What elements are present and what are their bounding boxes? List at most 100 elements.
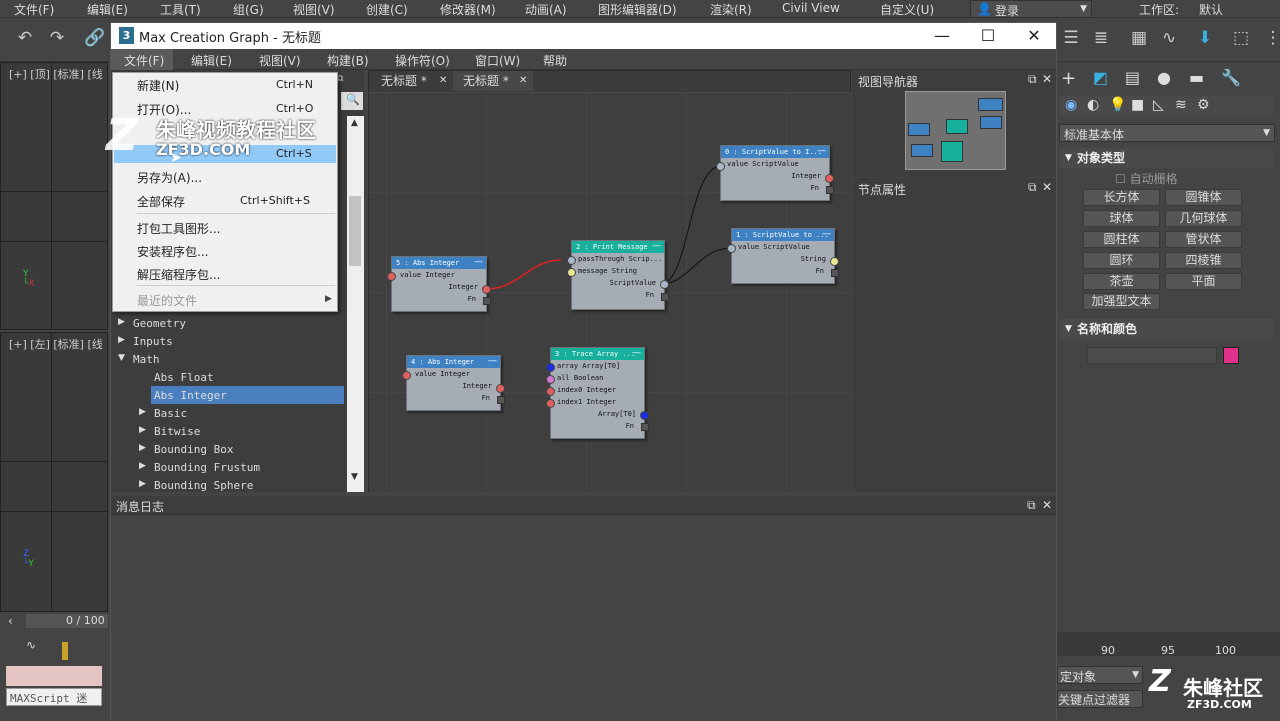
tree-item-abs-integer[interactable]: Abs Integer [154, 389, 227, 402]
node-print-message-2[interactable]: 2 : Print Message — passThrough Scrip...… [567, 240, 669, 310]
input-port[interactable] [546, 399, 555, 408]
link-icon[interactable]: 🔗 [84, 27, 106, 49]
object-name-input[interactable] [1087, 347, 1217, 364]
layers-icon[interactable]: ≣ [1090, 27, 1112, 49]
mcg-menu-file[interactable]: 文件(F) [124, 52, 164, 69]
search-button[interactable]: 🔍 [341, 92, 363, 110]
menu-customize[interactable]: 自定义(U) [880, 1, 934, 18]
menu-file[interactable]: 文件(F) [14, 1, 54, 18]
tree-item-bounding-box[interactable]: Bounding Box [154, 443, 233, 456]
menu-item-extract-package[interactable]: 解压缩程序包... [137, 266, 220, 283]
schematic-view-icon[interactable]: ▦ [1128, 27, 1150, 49]
output-port[interactable] [482, 285, 491, 294]
hierarchy-tab-icon[interactable]: ▤ [1125, 68, 1140, 87]
input-port[interactable] [716, 162, 725, 171]
torus-button[interactable]: 圆环 [1083, 252, 1160, 269]
output-port[interactable] [496, 384, 505, 393]
menu-item-new[interactable]: 新建(N) [137, 77, 179, 94]
helpers-icon[interactable]: ◺ [1153, 97, 1164, 113]
shapes-icon[interactable]: ◐ [1087, 97, 1099, 113]
collapse-arrow-icon[interactable]: ▼ [118, 353, 125, 363]
operator-tree-scrollbar[interactable]: ▲ ▼ [347, 116, 364, 492]
maximize-button[interactable]: ☐ [965, 23, 1011, 49]
systems-icon[interactable]: ⚙ [1197, 97, 1210, 113]
expand-arrow-icon[interactable]: ▶ [118, 335, 125, 345]
name-color-rollout[interactable]: ▼ 名称和颜色 [1061, 319, 1273, 339]
render-setup-icon[interactable]: ⬇ [1194, 27, 1216, 49]
lights-icon[interactable]: 💡 [1109, 97, 1126, 113]
maxscript-mini-listener[interactable]: MAXScript 迷 [6, 688, 102, 706]
menu-group[interactable]: 组(G) [233, 1, 264, 18]
node-abs-integer-5[interactable]: 5 : Abs Integer — value Integer Integer … [387, 256, 491, 312]
node-title[interactable]: 5 : Abs Integer [392, 257, 486, 269]
close-panel-icon[interactable]: ✕ [1042, 72, 1052, 86]
tree-item-basic[interactable]: Basic [154, 407, 187, 420]
output-port[interactable] [825, 174, 834, 183]
teapot-button[interactable]: 茶壶 [1083, 273, 1160, 290]
fn-port[interactable] [661, 293, 669, 301]
float-panel-icon[interactable]: ⧉ [1027, 498, 1036, 513]
menu-create[interactable]: 创建(C) [366, 1, 408, 18]
tab-close-icon[interactable]: ✕ [439, 71, 447, 91]
node-collapse-icon[interactable]: — [474, 257, 483, 267]
tab-untitled-2[interactable]: 无标题 * ✕ [453, 71, 533, 91]
float-panel-icon[interactable]: ⧉ [1028, 180, 1037, 195]
menu-rendering[interactable]: 渲染(R) [710, 1, 752, 18]
menu-graph-editors[interactable]: 图形编辑器(D) [598, 1, 677, 18]
input-port[interactable] [546, 375, 555, 384]
close-panel-icon[interactable]: ✕ [1042, 180, 1052, 194]
create-tab-icon[interactable]: + [1061, 68, 1076, 89]
scroll-thumb[interactable] [349, 196, 361, 266]
menu-item-recent-files[interactable]: 最近的文件 [137, 292, 197, 309]
node-collapse-icon[interactable]: — [488, 356, 497, 366]
input-port[interactable] [387, 272, 396, 281]
mcg-menu-operators[interactable]: 操作符(O) [395, 52, 450, 69]
tree-item-bounding-sphere[interactable]: Bounding Sphere [154, 479, 253, 492]
fn-port[interactable] [831, 269, 839, 277]
node-title[interactable]: 2 : Print Message [572, 241, 664, 253]
menu-item-open[interactable]: 打开(O)... [137, 101, 191, 118]
geometry-icon[interactable]: ◉ [1065, 97, 1077, 113]
pyramid-button[interactable]: 四棱锥 [1165, 252, 1242, 269]
mcg-title-bar[interactable]: 3 Max Creation Graph - 无标题 — ☐ ✕ [111, 23, 1056, 49]
graph-canvas[interactable]: 5 : Abs Integer — value Integer Integer … [369, 92, 851, 493]
fn-port[interactable] [497, 396, 505, 404]
auto-grid-checkbox[interactable]: ☐ 自动栅格 [1115, 170, 1178, 187]
mcg-menu-view[interactable]: 视图(V) [259, 52, 301, 69]
node-title[interactable]: 0 : ScriptValue to I... [721, 146, 829, 158]
layer-explorer-icon[interactable]: ☰ [1060, 27, 1082, 49]
curve-editor-icon[interactable]: ∿ [1158, 27, 1180, 49]
mcg-menu-build[interactable]: 构建(B) [327, 52, 369, 69]
tree-item-bounding-frustum[interactable]: Bounding Frustum [154, 461, 260, 474]
viewport-left[interactable]: [+] [左] [标准] [线 Z └Y [0, 332, 108, 612]
undo-icon[interactable]: ↶ [14, 27, 36, 49]
menu-item-save-all[interactable]: 全部保存 [137, 193, 185, 210]
minimize-button[interactable]: — [919, 23, 965, 49]
plane-button[interactable]: 平面 [1165, 273, 1242, 290]
fn-port[interactable] [641, 423, 649, 431]
expand-arrow-icon[interactable]: ▶ [139, 425, 146, 435]
object-type-rollout[interactable]: ▼ 对象类型 [1061, 148, 1273, 168]
fn-port[interactable] [826, 186, 834, 194]
mcg-menu-help[interactable]: 帮助 [543, 52, 567, 69]
expand-arrow-icon[interactable]: ▶ [139, 461, 146, 471]
modify-tab-icon[interactable]: ◩ [1093, 68, 1108, 87]
node-scriptvalue-to-integer-0[interactable]: 0 : ScriptValue to I... — value ScriptVa… [716, 145, 834, 201]
display-tab-icon[interactable]: ▬ [1189, 68, 1204, 87]
redo-icon[interactable]: ↷ [46, 27, 68, 49]
tab-untitled-1[interactable]: 无标题 * ✕ [371, 71, 451, 91]
input-port[interactable] [402, 371, 411, 380]
float-panel-icon[interactable]: ⧉ [1028, 72, 1037, 87]
node-title[interactable]: 1 : ScriptValue to ... [732, 229, 834, 241]
input-port[interactable] [567, 268, 576, 277]
menu-item-install-package[interactable]: 安装程序包... [137, 243, 208, 260]
menu-civil-view[interactable]: Civil View [782, 1, 840, 15]
mcg-menu-window[interactable]: 窗口(W) [475, 52, 520, 69]
output-port[interactable] [640, 411, 649, 420]
output-port[interactable] [830, 257, 839, 266]
motion-tab-icon[interactable]: ● [1157, 68, 1171, 87]
material-editor-icon[interactable]: ⬚ [1230, 27, 1252, 49]
menu-item-package-tool[interactable]: 打包工具图形... [137, 220, 220, 237]
cone-button[interactable]: 圆锥体 [1165, 189, 1242, 206]
input-port[interactable] [546, 363, 555, 372]
